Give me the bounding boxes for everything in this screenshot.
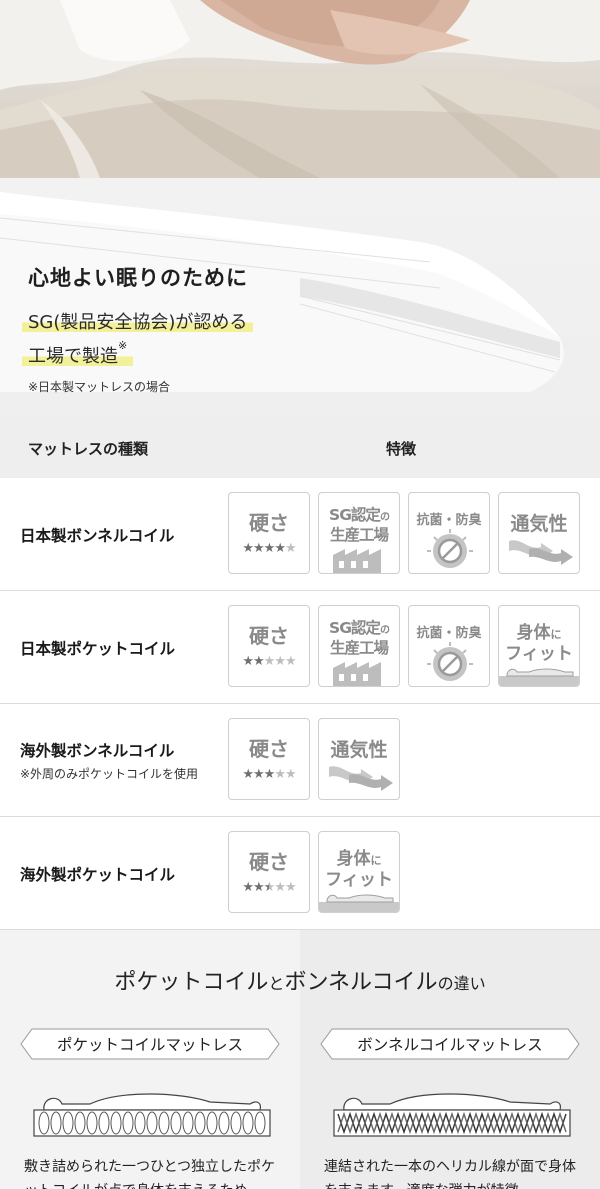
star-icon: ★: [284, 880, 297, 895]
body-fit-badge: 身体に フィット: [498, 605, 580, 687]
breathability-badge: 通気性: [498, 492, 580, 574]
hardness-badge: 硬さ ★★★★★: [228, 831, 310, 913]
rating-stars: ★★★★★: [229, 541, 309, 556]
no-bacteria-icon: [427, 529, 473, 568]
hardness-badge: 硬さ ★★★★★: [228, 492, 310, 574]
star-icon: ★: [242, 541, 254, 556]
banner-title: 心地よい眠りのために: [28, 266, 248, 290]
pocket-coil-label: ポケットコイルマットレス: [20, 1028, 280, 1060]
rating-stars: ★★★★★: [229, 767, 309, 782]
body-on-mattress-icon: [499, 668, 579, 686]
footnote-mark: ※: [118, 339, 128, 352]
mattress-type-name: 日本製ポケットコイル: [20, 640, 176, 658]
star-icon: ★: [284, 541, 297, 556]
star-icon: ★: [284, 654, 297, 669]
banner-highlight-line-1: SG(製品安全協会)が認める: [22, 308, 254, 334]
sg-certified-factory-badge: SG認定の 生産工場: [318, 605, 400, 687]
star-icon: ★: [274, 654, 286, 669]
star-icon: ★: [263, 767, 276, 782]
mattress-type-name: 海外製ポケットコイル: [20, 866, 176, 884]
star-icon: ★: [274, 767, 286, 782]
hero-bedroom-photo: [0, 0, 600, 178]
factory-icon: [333, 662, 381, 686]
star-icon: ★: [242, 880, 254, 895]
banner-footnote: ※日本製マットレスの場合: [28, 380, 171, 394]
star-icon: ★: [274, 880, 286, 895]
factory-icon: [333, 549, 381, 573]
star-icon: ★: [274, 541, 286, 556]
banner-highlight-line-2: 工場で製造※: [22, 339, 134, 368]
bonnell-coil-description: 連結された一本のヘリカル線が面で身体を支えます。適度な弾力が特徴: [324, 1159, 576, 1189]
star-icon: ★: [253, 654, 265, 669]
table-row: 海外製ボンネルコイル ※外周のみポケットコイルを使用 硬さ ★★★★★ 通気性: [0, 704, 600, 817]
sg-certified-factory-badge: SG認定の 生産工場: [318, 492, 400, 574]
body-fit-badge: 身体に フィット: [318, 831, 400, 913]
rating-stars: ★★★★★: [229, 880, 309, 895]
star-icon: ★: [263, 654, 276, 669]
no-bacteria-icon: [427, 642, 473, 681]
hardness-badge: 硬さ ★★★★★: [228, 605, 310, 687]
airflow-icon: [509, 540, 573, 565]
coil-difference-section: ポケットコイルとボンネルコイルの違い ポケットコイルマットレス ボンネルコイルマ…: [0, 930, 600, 1189]
star-icon: ★: [242, 654, 254, 669]
pocket-coil-description: 敷き詰められた一つひとつ独立したポケットコイルが点で身体を支えるため: [24, 1159, 276, 1189]
star-icon: ★: [253, 880, 265, 895]
body-on-mattress-icon: [319, 894, 399, 912]
mattress-type-note: ※外周のみポケットコイルを使用: [20, 767, 199, 781]
column-header-features: 特徴: [386, 440, 417, 458]
mattress-type-name: 日本製ボンネルコイル: [20, 527, 175, 545]
antibacterial-badge: 抗菌・防臭: [408, 492, 490, 574]
table-row: 日本製ボンネルコイル 硬さ ★★★★★ SG認定の 生産工場 抗菌・防臭 通気性: [0, 478, 600, 591]
star-icon: ★: [263, 541, 276, 556]
pocket-coil-illustration: [33, 1093, 271, 1137]
table-row: 日本製ポケットコイル 硬さ ★★★★★ SG認定の 生産工場 抗菌・防臭 身体に…: [0, 591, 600, 704]
table-row: 海外製ポケットコイル 硬さ ★★★★★ 身体に フィット: [0, 817, 600, 930]
star-icon: ★: [242, 767, 254, 782]
column-header-type: マットレスの種類: [28, 440, 149, 458]
star-icon: ★: [263, 880, 276, 895]
hardness-badge: 硬さ ★★★★★: [228, 718, 310, 800]
bonnell-coil-illustration: [333, 1093, 571, 1137]
comparison-table-header: マットレスの種類 特徴: [0, 418, 600, 478]
bonnell-coil-label: ボンネルコイルマットレス: [320, 1028, 580, 1060]
star-icon: ★: [284, 767, 297, 782]
star-icon: ★: [253, 541, 265, 556]
airflow-icon: [329, 766, 393, 791]
antibacterial-badge: 抗菌・防臭: [408, 605, 490, 687]
mattress-type-name: 海外製ボンネルコイル: [20, 742, 175, 760]
rating-stars: ★★★★★: [229, 654, 309, 669]
section-title: ポケットコイルとボンネルコイルの違い: [114, 970, 486, 995]
star-icon: ★: [253, 767, 265, 782]
breathability-badge: 通気性: [318, 718, 400, 800]
mattress-feature-banner: 心地よい眠りのために SG(製品安全協会)が認める 工場で製造※ ※日本製マット…: [0, 178, 600, 418]
